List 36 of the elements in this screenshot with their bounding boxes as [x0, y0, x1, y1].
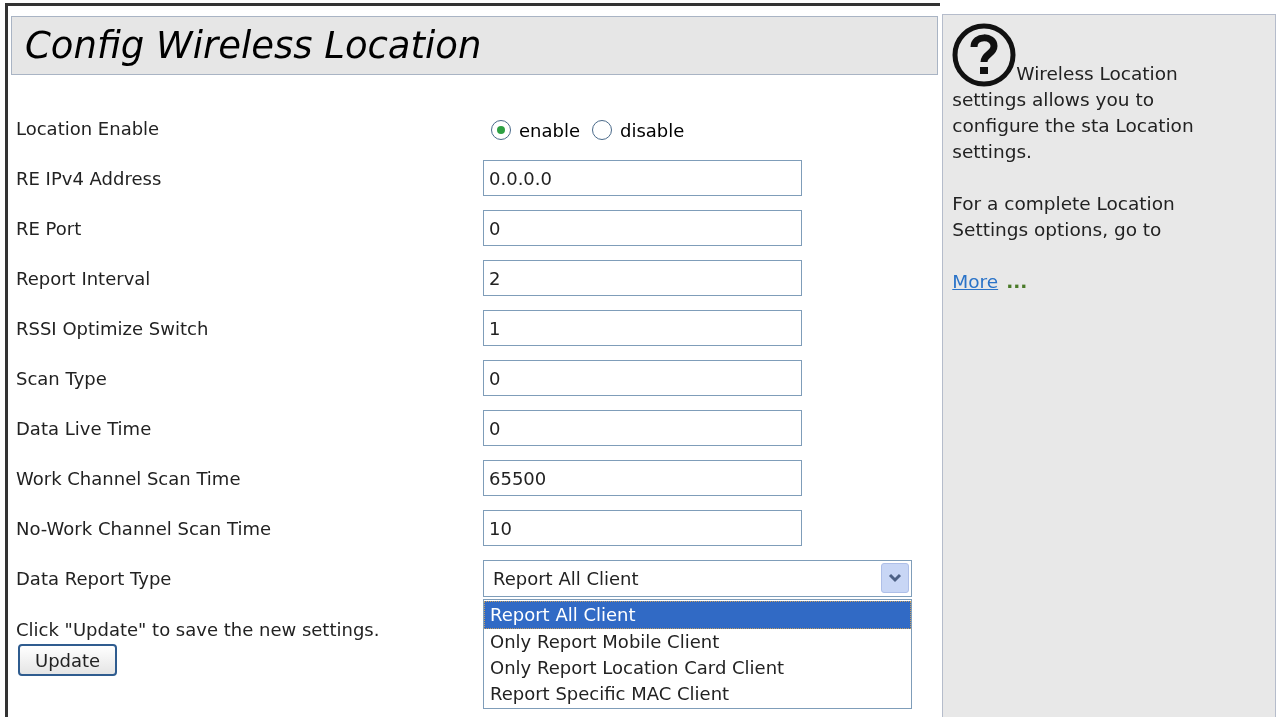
- radio-button[interactable]: [592, 120, 612, 140]
- help-text: For a complete Location Settings options, go to: [952, 192, 1176, 242]
- radio-label: disable: [620, 118, 685, 143]
- field-label: No-Work Channel Scan Time: [16, 516, 273, 541]
- field-label: RE Port: [16, 216, 83, 241]
- dropdown-option[interactable]: Report All Client: [484, 600, 911, 629]
- dropdown-select[interactable]: Report All Client: [483, 559, 912, 597]
- text-field[interactable]: 65500: [483, 460, 802, 496]
- instruction-text: Click "Update" to save the new settings.: [16, 618, 380, 642]
- text-field[interactable]: 1: [483, 310, 802, 346]
- text-field[interactable]: 0: [483, 210, 802, 246]
- dropdown-option[interactable]: Report Specific MAC Client: [484, 680, 911, 707]
- dropdown-option[interactable]: Only Report Mobile Client: [484, 628, 911, 655]
- chevron-down-icon: [881, 563, 909, 593]
- field-label: Report Interval: [16, 266, 152, 291]
- radio-label: enable: [519, 118, 580, 143]
- text-field[interactable]: 2: [483, 260, 802, 296]
- field-label: Scan Type: [16, 366, 108, 391]
- help-icon: [952, 23, 1017, 87]
- text-field[interactable]: 10: [483, 510, 802, 546]
- field-label: Data Report Type: [16, 566, 173, 591]
- help-text: Wireless Location settings allows you to configure the sta Location settings.: [952, 62, 1195, 164]
- update-button[interactable]: Update: [18, 644, 118, 676]
- field-label: Data Live Time: [16, 416, 153, 441]
- dropdown-option[interactable]: Only Report Location Card Client: [484, 654, 911, 681]
- text-field[interactable]: 0: [483, 360, 802, 396]
- radio-button[interactable]: [491, 120, 511, 140]
- text-field[interactable]: 0.0.0.0: [483, 160, 802, 196]
- text-field[interactable]: 0: [483, 410, 802, 446]
- ellipsis-text: ...: [1006, 270, 1028, 294]
- field-label: RE IPv4 Address: [16, 166, 163, 191]
- page-title: Config Wireless Location: [11, 16, 939, 75]
- field-label: Location Enable: [16, 116, 161, 141]
- field-label: Work Channel Scan Time: [16, 466, 242, 491]
- more-link[interactable]: More: [952, 269, 999, 295]
- field-label: RSSI Optimize Switch: [16, 316, 210, 341]
